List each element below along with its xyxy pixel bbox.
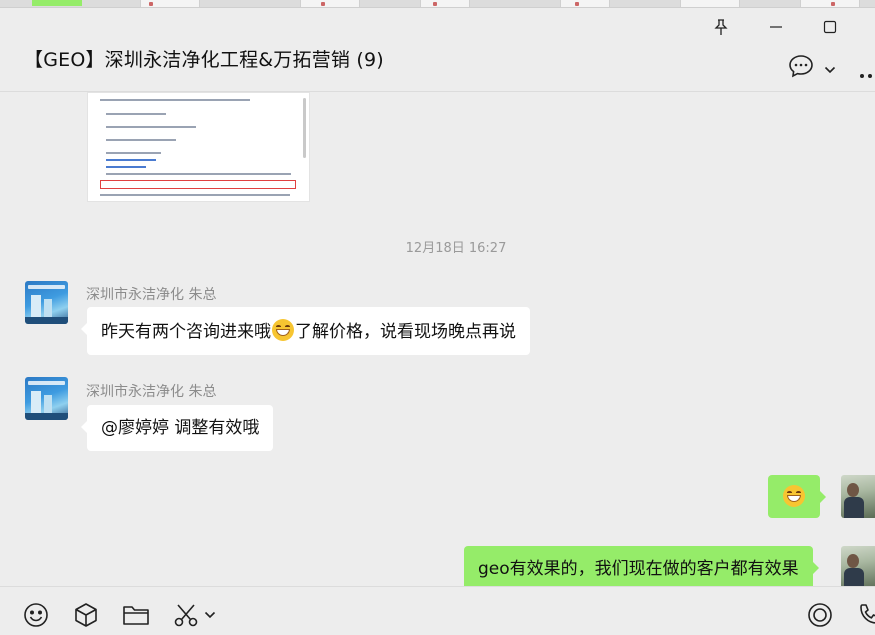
self-avatar[interactable] bbox=[841, 546, 875, 586]
strip-thumb bbox=[560, 0, 610, 7]
strip-thumb bbox=[140, 0, 200, 7]
message-timestamp: 12月18日 16:27 bbox=[405, 241, 507, 256]
message-text: 昨天有两个咨询进来哦 bbox=[101, 322, 271, 342]
cube-icon bbox=[75, 603, 97, 627]
more-icon bbox=[860, 74, 872, 78]
message-text: 了解价格，说看现场晚点再说 bbox=[295, 322, 516, 342]
grin-emoji-icon bbox=[783, 485, 805, 507]
strip-thumb bbox=[680, 0, 740, 7]
message-bubble[interactable]: @廖婷婷 调整有效哦 bbox=[80, 405, 274, 451]
strip-thumb bbox=[300, 0, 360, 7]
pin-icon bbox=[714, 19, 728, 35]
send-file-button[interactable] bbox=[122, 601, 150, 629]
background-window-strip bbox=[0, 0, 875, 8]
sender-name: 深圳市永洁净化 朱总 bbox=[86, 287, 217, 303]
minimize-button[interactable] bbox=[761, 14, 791, 40]
favorites-button[interactable] bbox=[72, 601, 100, 629]
scissors-icon bbox=[174, 604, 198, 627]
live-button[interactable] bbox=[806, 601, 834, 629]
strip-highlight bbox=[32, 0, 82, 6]
chevron-down-icon bbox=[824, 66, 836, 74]
screenshot-dropdown[interactable] bbox=[202, 601, 218, 629]
self-avatar[interactable] bbox=[841, 475, 875, 518]
sender-avatar[interactable] bbox=[25, 377, 68, 420]
document-image-message[interactable] bbox=[87, 92, 310, 202]
maximize-icon bbox=[823, 20, 837, 34]
screenshot-button[interactable] bbox=[172, 601, 200, 629]
pin-button[interactable] bbox=[706, 14, 736, 40]
chat-title: 【GEO】深圳永洁净化工程&万拓营销 (9) bbox=[24, 49, 384, 71]
self-message-bubble[interactable]: geo有效果的，我们现在做的客户都有效果 bbox=[464, 546, 819, 586]
folder-icon bbox=[123, 606, 149, 625]
maximize-button[interactable] bbox=[815, 14, 845, 40]
minimize-icon bbox=[770, 26, 782, 28]
message-bubble[interactable]: 昨天有两个咨询进来哦 了解价格，说看现场晚点再说 bbox=[81, 307, 530, 355]
message-text: geo有效果的，我们现在做的客户都有效果 bbox=[478, 559, 799, 579]
chat-bubble-icon bbox=[789, 55, 813, 78]
smiley-icon bbox=[24, 603, 48, 627]
strip-thumb bbox=[420, 0, 470, 7]
chat-info-dropdown[interactable] bbox=[824, 60, 836, 79]
circle-icon bbox=[808, 603, 832, 627]
more-button[interactable] bbox=[859, 64, 875, 83]
emoji-button[interactable] bbox=[22, 601, 50, 629]
message-text: @廖婷婷 调整有效哦 bbox=[101, 418, 260, 438]
message-list[interactable]: 12月18日 16:27 深圳市永洁净化 朱总 昨天有两个咨询进来哦 了解价格，说… bbox=[0, 92, 875, 586]
input-toolbar bbox=[0, 587, 875, 635]
chevron-down-icon bbox=[204, 611, 216, 619]
sender-name: 深圳市永洁净化 朱总 bbox=[86, 384, 217, 400]
strip-thumb bbox=[800, 0, 860, 7]
grin-emoji-icon bbox=[272, 319, 294, 341]
self-message-bubble[interactable] bbox=[768, 475, 826, 518]
phone-icon bbox=[860, 604, 875, 624]
voice-call-button[interactable] bbox=[855, 601, 875, 629]
chat-info-button[interactable] bbox=[788, 54, 814, 82]
sender-avatar[interactable] bbox=[25, 281, 68, 324]
